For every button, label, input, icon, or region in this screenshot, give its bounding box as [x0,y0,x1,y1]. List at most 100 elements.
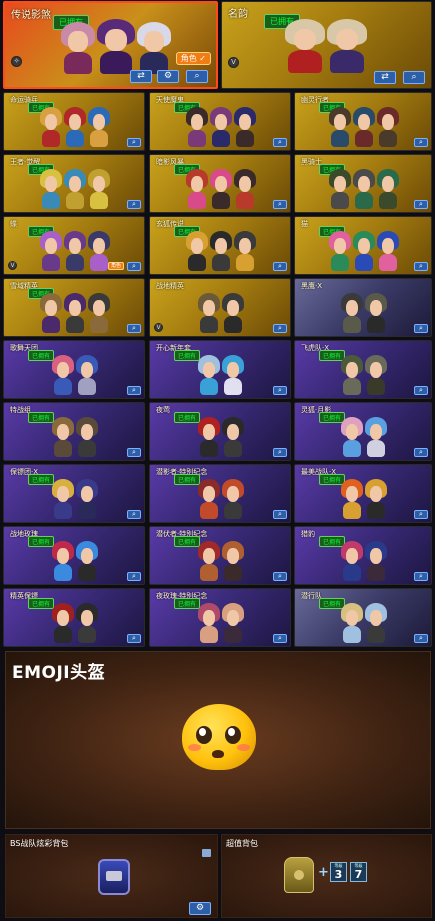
skin-card[interactable]: 潜行队 已拥有 ⌕ [294,588,432,647]
search-button[interactable]: ⌕ [273,448,287,457]
character-figure [222,541,244,581]
skin-card[interactable]: 暗影风暴 已拥有 ⌕ [149,154,291,213]
search-button[interactable]: ⌕ [414,448,428,457]
skin-card[interactable]: 特战组 已拥有 ⌕ [3,402,145,461]
search-button[interactable]: ⌕ [273,262,287,271]
card-title: 传说影煞 [11,10,51,21]
search-icon: ⌕ [278,200,282,208]
character-figure [353,231,375,271]
search-button[interactable]: ⌕ [414,324,428,333]
featured-card-mingyun[interactable]: 名韵 已拥有 V ⇄ ⌕ [221,1,432,89]
search-button[interactable]: ⌕ [414,572,428,581]
compare-button[interactable]: ⇄ [374,71,396,84]
search-button[interactable]: ⌕ [414,634,428,643]
search-button[interactable]: ⌕ [127,324,141,333]
character-figure [64,231,86,271]
search-button[interactable]: ⌕ [414,138,428,147]
search-button[interactable]: ⌕ [273,138,287,147]
skin-card[interactable]: 灵狐·月影 已拥有 ⌕ [294,402,432,461]
search-button[interactable]: ⌕ [414,386,428,395]
character-figure [210,231,232,271]
search-button[interactable]: ⌕ [127,448,141,457]
search-button[interactable]: ⌕ [127,138,141,147]
character-group [315,477,413,519]
skin-card[interactable]: 命运骑兵 已拥有 ⌕ [3,92,145,151]
bs-backpack-panel[interactable]: BS战队炫彩背包 ⚙ [5,834,218,918]
search-button[interactable]: ⌕ [127,386,141,395]
skin-card[interactable]: 黑鹰·X ⌕ [294,278,432,337]
skin-card[interactable]: 天使魔鬼 已拥有 ⌕ [149,92,291,151]
search-button[interactable]: ⌕ [414,200,428,209]
search-button[interactable]: ⌕ [414,510,428,519]
card-title: 猫 [301,220,308,228]
search-icon: ⌕ [132,448,136,456]
skin-card[interactable]: 雪域精英 已拥有 ⌕ [3,278,145,337]
skin-card[interactable]: 开心新年套 已拥有 ⌕ [149,340,291,399]
search-button[interactable]: ⌕ [127,634,141,643]
settings-button[interactable]: ⚙ [189,902,211,915]
character-group [315,353,413,395]
skin-card[interactable]: 最美战队·X 已拥有 ⌕ [294,464,432,523]
skin-card[interactable]: 黑骑士已拥有⌕ [294,154,432,213]
search-icon: ⌕ [278,262,282,270]
search-button[interactable]: ⌕ [127,572,141,581]
settings-button[interactable]: ⚙ [157,70,179,83]
level-badge-a: 等级 3 [330,862,347,882]
search-button[interactable]: ⌕ [273,634,287,643]
character-figure [88,231,110,271]
search-icon: ⌕ [132,324,136,332]
skin-card[interactable]: 王者·觉醒 已拥有 ⌕ [3,154,145,213]
search-button[interactable]: ⌕ [273,200,287,209]
skin-card[interactable]: 夜玫瑰·特别纪念 已拥有 ⌕ [149,588,291,647]
search-button[interactable]: ⌕ [273,510,287,519]
character-figure [40,231,62,271]
search-button[interactable]: ⌕ [127,200,141,209]
search-icon: ⌕ [419,634,423,642]
role-button[interactable]: 角色 [107,262,124,270]
skin-card[interactable]: 战地精英 V ⌕ [149,278,291,337]
skin-card[interactable]: 战地玫瑰 已拥有 ⌕ [3,526,145,585]
character-figure [76,479,98,519]
skin-card[interactable]: 猎豹 已拥有 ⌕ [294,526,432,585]
skin-card[interactable]: 潜影者·特别纪念 已拥有 ⌕ [149,464,291,523]
character-figure [198,479,220,519]
character-figure [52,603,74,643]
skin-card[interactable]: 保镖团·X 已拥有 ⌕ [3,464,145,523]
character-figure [137,22,171,74]
card-title: 名韵 [228,9,248,20]
skin-card[interactable]: 猫已拥有⌕ [294,216,432,275]
skin-card[interactable]: 玄狐传说 已拥有 ⌕ [149,216,291,275]
skin-card[interactable]: 蝶已拥有 角色 V ⌕ [3,216,145,275]
search-icon: ⌕ [278,386,282,394]
armor-bag-icon [284,857,314,893]
value-backpack-panel[interactable]: 超值背包 + 等级 3 等级 7 [221,834,432,918]
compare-button[interactable]: ⇄ [130,70,152,83]
search-button[interactable]: ⌕ [186,70,208,83]
character-figure [353,169,375,209]
skin-card[interactable]: 夜莺 已拥有 ⌕ [149,402,291,461]
plus-sign: + [318,865,329,880]
search-button[interactable]: ⌕ [127,510,141,519]
character-figure [76,355,98,395]
skin-card[interactable]: 飞虎队·X 已拥有 ⌕ [294,340,432,399]
emoji-helmet-panel[interactable]: EMOJI头盔 [5,651,431,829]
search-button[interactable]: ⌕ [273,386,287,395]
search-button[interactable]: ⌕ [127,262,141,271]
character-group [24,353,126,395]
role-button[interactable]: 角色 ✓ [175,52,211,65]
character-figure [365,541,387,581]
level-value: 7 [354,868,363,881]
search-button[interactable]: ⌕ [403,71,425,84]
search-button[interactable]: ⌕ [273,324,287,333]
skin-card[interactable]: 潜伏者·特别纪念 已拥有 ⌕ [149,526,291,585]
featured-card-legend[interactable]: 传说影煞 已拥有 ✧ 角色 ✓ ⇄ ⚙ ⌕ [3,1,218,89]
character-figure [365,417,387,457]
character-figure [61,22,95,74]
character-figure [198,417,220,457]
skin-card[interactable]: 幽灵行者已拥有⌕ [294,92,432,151]
search-button[interactable]: ⌕ [273,572,287,581]
skin-card[interactable]: 歌舞天团 已拥有 ⌕ [3,340,145,399]
skin-card[interactable]: 精英保镖 已拥有 ⌕ [3,588,145,647]
character-figure [329,107,351,147]
search-button[interactable]: ⌕ [414,262,428,271]
